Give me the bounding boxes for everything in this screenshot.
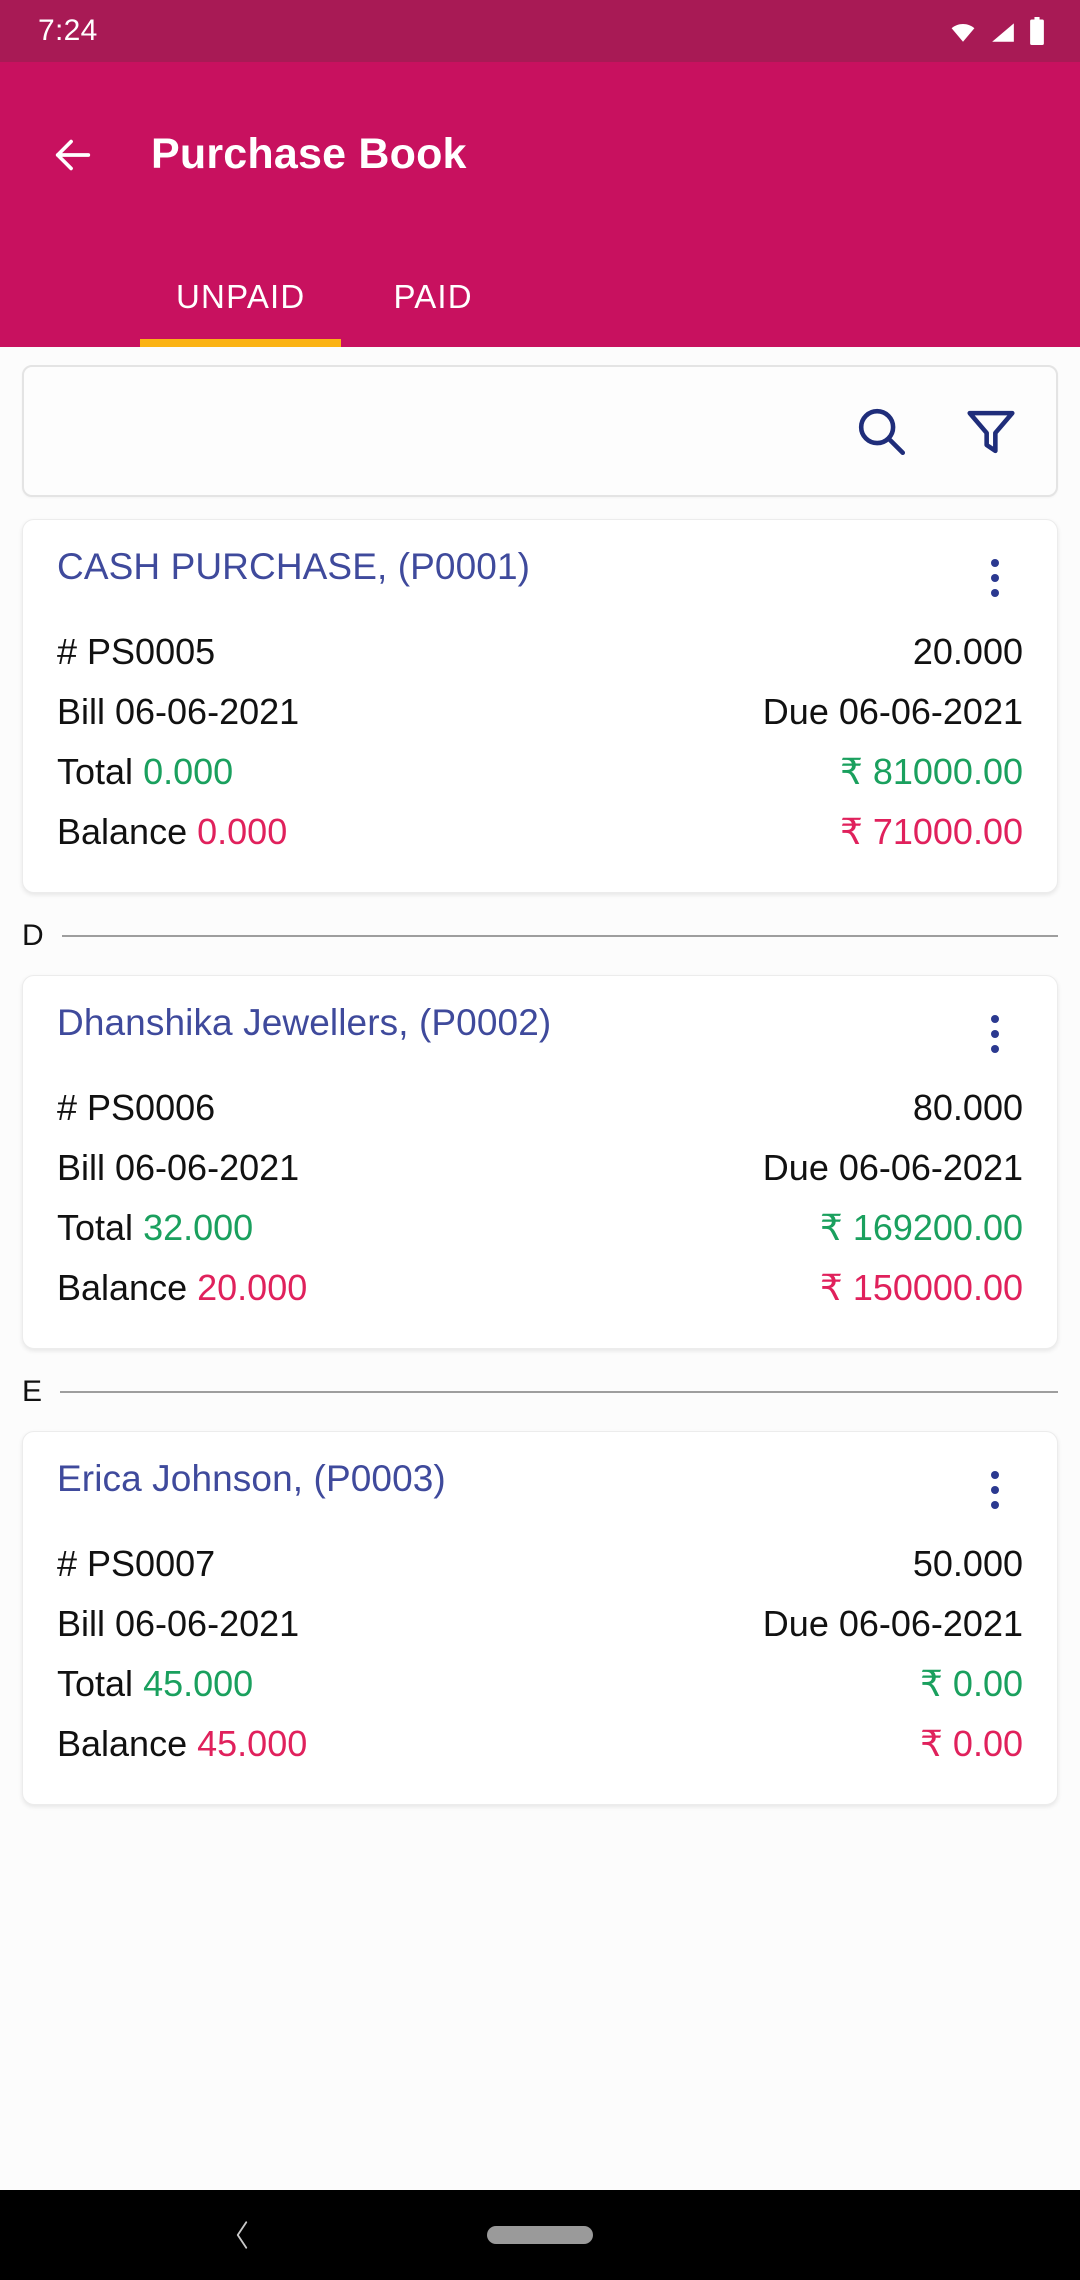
bill-date: Bill 06-06-2021 [57, 1603, 300, 1644]
balance-amount: ₹ 0.00 [920, 1723, 1023, 1764]
overflow-menu-icon[interactable] [967, 1006, 1023, 1062]
voucher-row: # PS0007 50.000 [57, 1534, 1023, 1594]
voucher-qty: 20.000 [912, 631, 1023, 672]
party-name: Dhanshika Jewellers, (P0002) [57, 1002, 552, 1043]
balance-label: Balance [57, 811, 188, 852]
purchase-entry-card[interactable]: Erica Johnson, (P0003) # PS0007 50.000 B… [22, 1431, 1058, 1805]
overflow-menu-icon[interactable] [967, 1462, 1023, 1518]
status-icons [948, 17, 1046, 45]
filter-icon[interactable] [962, 402, 1020, 460]
separator-line [60, 1391, 1058, 1393]
balance-amount: ₹ 150000.00 [819, 1267, 1023, 1308]
alpha-separator-letter: E [22, 1375, 43, 1408]
tab-paid[interactable]: PAID [349, 247, 516, 347]
voucher-row: # PS0005 20.000 [57, 622, 1023, 682]
purchase-entry-card[interactable]: Dhanshika Jewellers, (P0002) # PS0006 80… [22, 975, 1058, 1349]
bill-date: Bill 06-06-2021 [57, 1147, 300, 1188]
search-icon[interactable] [852, 402, 910, 460]
card-header: CASH PURCHASE, (P0001) [57, 546, 1023, 606]
wifi-icon [948, 19, 978, 45]
content-scroll-area[interactable]: CASH PURCHASE, (P0001) # PS0005 20.000 B… [0, 347, 1080, 2190]
date-row: Bill 06-06-2021 Due 06-06-2021 [57, 682, 1023, 742]
voucher-row: # PS0006 80.000 [57, 1078, 1023, 1138]
signal-icon [988, 19, 1018, 45]
balance-label: Balance [57, 1723, 188, 1764]
balance-qty: 20.000 [197, 1267, 308, 1308]
app-bar: Purchase Book [0, 62, 1080, 247]
balance-amount: ₹ 71000.00 [839, 811, 1023, 852]
overflow-menu-icon[interactable] [967, 550, 1023, 606]
tab-bar: UNPAID PAID [0, 247, 1080, 347]
page-title: Purchase Book [151, 130, 467, 178]
total-row: Total 32.000 ₹ 169200.00 [57, 1198, 1023, 1258]
card-header: Dhanshika Jewellers, (P0002) [57, 1002, 1023, 1062]
battery-icon [1028, 17, 1046, 45]
balance-row: Balance 45.000 ₹ 0.00 [57, 1714, 1023, 1774]
back-arrow-icon [55, 139, 91, 170]
card-header: Erica Johnson, (P0003) [57, 1458, 1023, 1518]
tab-paid-label: PAID [393, 278, 473, 315]
alpha-separator-letter: D [22, 919, 44, 952]
total-amount: ₹ 81000.00 [839, 751, 1023, 792]
home-pill[interactable] [487, 2226, 593, 2244]
balance-qty: 45.000 [197, 1723, 308, 1764]
back-button[interactable] [40, 122, 106, 188]
party-name: CASH PURCHASE, (P0001) [57, 546, 531, 587]
total-qty: 45.000 [143, 1663, 254, 1704]
status-bar: 7:24 [0, 0, 1080, 62]
voucher-qty: 80.000 [912, 1087, 1023, 1128]
bill-date: Bill 06-06-2021 [57, 691, 300, 732]
date-row: Bill 06-06-2021 Due 06-06-2021 [57, 1594, 1023, 1654]
total-label: Total [57, 1663, 134, 1704]
total-row: Total 45.000 ₹ 0.00 [57, 1654, 1023, 1714]
balance-qty: 0.000 [197, 811, 288, 852]
separator-line [61, 935, 1058, 937]
voucher-number: # PS0006 [57, 1087, 216, 1128]
status-time: 7:24 [38, 14, 98, 47]
due-date: Due 06-06-2021 [762, 1147, 1023, 1188]
voucher-qty: 50.000 [912, 1543, 1023, 1584]
total-amount: ₹ 169200.00 [819, 1207, 1023, 1248]
total-qty: 0.000 [143, 751, 234, 792]
total-amount: ₹ 0.00 [920, 1663, 1023, 1704]
voucher-number: # PS0007 [57, 1543, 216, 1584]
alpha-separator: E [22, 1375, 1058, 1409]
total-label: Total [57, 1207, 134, 1248]
voucher-number: # PS0005 [57, 631, 216, 672]
date-row: Bill 06-06-2021 Due 06-06-2021 [57, 1138, 1023, 1198]
balance-row: Balance 20.000 ₹ 150000.00 [57, 1258, 1023, 1318]
balance-label: Balance [57, 1267, 188, 1308]
tab-unpaid-label: UNPAID [176, 278, 306, 315]
alpha-separator: D [22, 919, 1058, 953]
party-name: Erica Johnson, (P0003) [57, 1458, 446, 1499]
nav-back-icon[interactable] [225, 2212, 259, 2258]
tab-unpaid[interactable]: UNPAID [132, 247, 349, 347]
purchase-entry-card[interactable]: CASH PURCHASE, (P0001) # PS0005 20.000 B… [22, 519, 1058, 893]
total-qty: 32.000 [143, 1207, 254, 1248]
search-filter-bar [22, 365, 1058, 497]
total-label: Total [57, 751, 134, 792]
total-row: Total 0.000 ₹ 81000.00 [57, 742, 1023, 802]
system-navigation-bar [0, 2190, 1080, 2280]
balance-row: Balance 0.000 ₹ 71000.00 [57, 802, 1023, 862]
due-date: Due 06-06-2021 [762, 691, 1023, 732]
due-date: Due 06-06-2021 [762, 1603, 1023, 1644]
